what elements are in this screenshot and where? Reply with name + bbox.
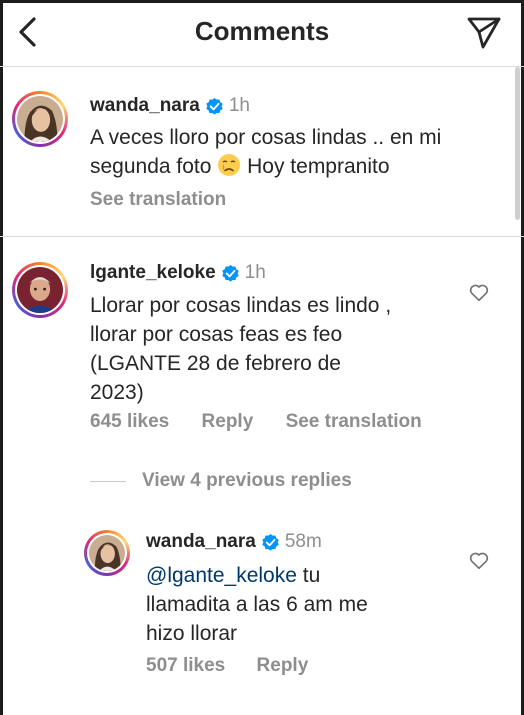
caption-username-row: wanda_nara 1h [90, 95, 250, 117]
caption-text-line2: segunda foto Hoy tempranito [90, 152, 510, 181]
reply-text-line: llamadita a las 6 am me [146, 593, 368, 616]
reply-username-row: wanda_nara 58m [146, 531, 322, 553]
page-title: Comments [194, 16, 330, 46]
comment-text: Llorar por cosas lindas es lindo , llora… [90, 291, 460, 407]
caption-timestamp: 1h [228, 95, 250, 116]
reply-text: @lgante_keloke tu llamadita a las 6 am m… [146, 561, 446, 648]
woman-portrait-image [17, 96, 63, 142]
man-portrait-image [17, 267, 63, 313]
caption-username[interactable]: wanda_nara [90, 95, 200, 117]
comment-text-line: llorar por cosas feas es feo [90, 323, 343, 346]
comment-meta: 645 likes Reply See translation [90, 411, 422, 433]
paper-plane-icon [467, 17, 501, 49]
reply-reply-button[interactable]: Reply [257, 655, 309, 676]
woman-portrait-image [89, 535, 125, 571]
comment-username[interactable]: lgante_keloke [90, 262, 216, 284]
comments-header: Comments [0, 3, 524, 63]
comment-timestamp: 1h [244, 262, 266, 283]
reply-like-heart-icon[interactable] [468, 549, 490, 571]
reply-text-line1: @lgante_keloke tu [146, 561, 446, 590]
comment-reply-button[interactable]: Reply [202, 411, 254, 432]
crying-face-emoji-icon [218, 154, 241, 176]
caption-text-line1: A veces lloro por cosas lindas .. en mi [90, 126, 442, 149]
view-previous-replies-button[interactable]: View 4 previous replies [142, 470, 352, 492]
caption-avatar[interactable] [12, 91, 68, 147]
caption-meta: See translation [90, 189, 226, 211]
reply-avatar[interactable] [84, 530, 130, 576]
comment-see-translation-button[interactable]: See translation [286, 411, 422, 432]
reply-username[interactable]: wanda_nara [146, 531, 256, 553]
comment-likes-count[interactable]: 645 likes [90, 411, 169, 432]
caption-text: A veces lloro por cosas lindas .. en mi … [90, 123, 510, 181]
verified-badge-icon [206, 97, 223, 115]
scrollbar[interactable] [515, 67, 520, 220]
comment-avatar[interactable] [12, 262, 68, 318]
comment-text-line: 2023) [90, 381, 144, 404]
comment-username-row: lgante_keloke 1h [90, 262, 266, 284]
reply-text-after-mention: tu [296, 564, 321, 587]
reply-timestamp: 58m [284, 531, 322, 552]
caption-text-part-b: Hoy tempranito [247, 155, 390, 178]
verified-badge-icon [222, 264, 239, 282]
reply-meta: 507 likes Reply [146, 655, 308, 677]
caption-see-translation-button[interactable]: See translation [90, 189, 226, 210]
reply-mention-link[interactable]: @lgante_keloke [146, 564, 297, 587]
caption-text-part-a: segunda foto [90, 155, 212, 178]
verified-badge-icon [262, 533, 279, 551]
replies-divider-line [90, 481, 126, 482]
share-button[interactable] [466, 14, 502, 50]
reply-text-line: hizo llorar [146, 622, 238, 645]
comment-text-line: Llorar por cosas lindas es lindo , [90, 294, 392, 317]
comment-text-line: (LGANTE 28 de febrero de [90, 352, 341, 375]
comment-like-heart-icon[interactable] [468, 281, 490, 303]
caption-divider [0, 236, 524, 237]
caption-block: wanda_nara 1h A veces lloro por cosas li… [0, 67, 524, 237]
reply-likes-count[interactable]: 507 likes [146, 655, 225, 676]
